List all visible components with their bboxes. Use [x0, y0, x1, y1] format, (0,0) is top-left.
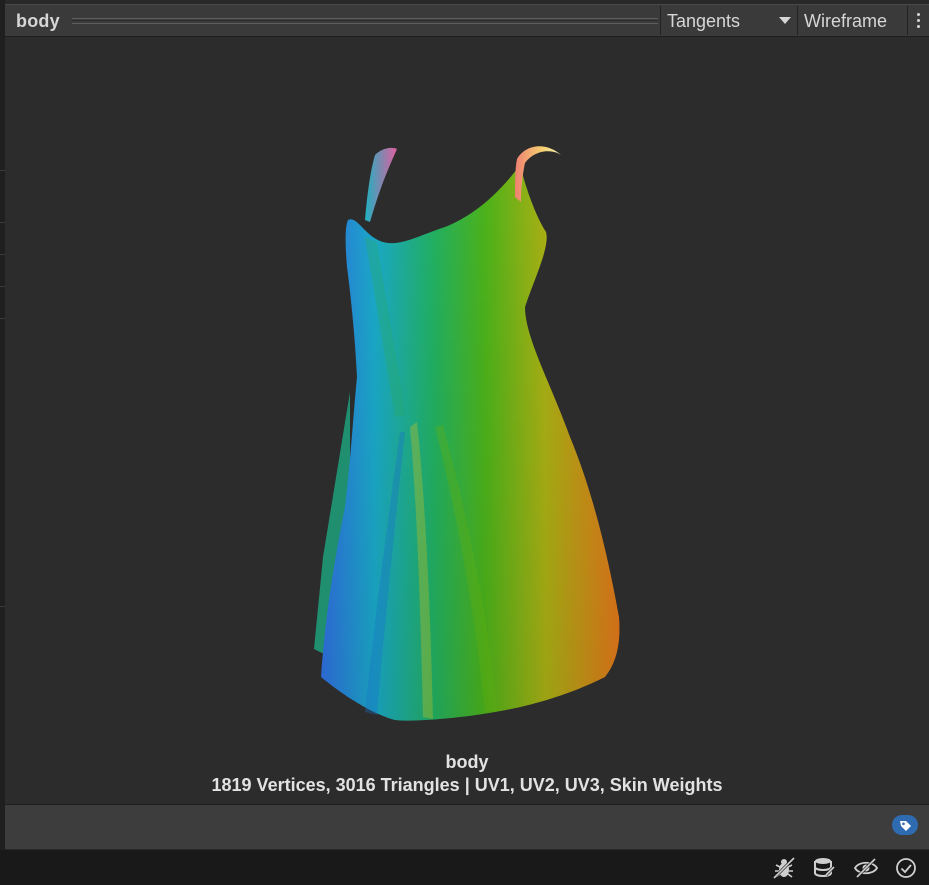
more-options-button[interactable]: [907, 6, 929, 35]
hidden-visibility-icon[interactable]: [853, 856, 879, 880]
asset-labels-bar: [5, 805, 929, 849]
mesh-preview-viewport[interactable]: body 1819 Vertices, 3016 Triangles | UV1…: [5, 37, 929, 804]
status-bar: [0, 850, 929, 885]
asset-label-tag-icon[interactable]: [892, 815, 918, 835]
mesh-name-label: body: [445, 752, 489, 772]
cache-server-icon[interactable]: [811, 856, 837, 880]
preview-title: body: [16, 11, 60, 31]
mesh-info-label: 1819 Vertices, 3016 Triangles | UV1, UV2…: [211, 775, 723, 795]
wireframe-label: Wireframe: [804, 11, 888, 31]
dress-mesh-render: [314, 146, 620, 721]
check-circle-icon[interactable]: [893, 856, 919, 880]
debug-bug-icon[interactable]: [771, 856, 797, 880]
drag-handle[interactable]: [72, 18, 658, 24]
shading-mode-dropdown[interactable]: Tangents: [660, 6, 797, 35]
chevron-down-icon: [779, 17, 791, 24]
preview-header: body Tangents Wireframe: [5, 4, 929, 37]
wireframe-toggle[interactable]: Wireframe: [797, 6, 907, 35]
shading-mode-label: Tangents: [667, 11, 741, 31]
mesh-preview-window: body Tangents Wireframe body 1819 Vertic…: [0, 0, 929, 885]
